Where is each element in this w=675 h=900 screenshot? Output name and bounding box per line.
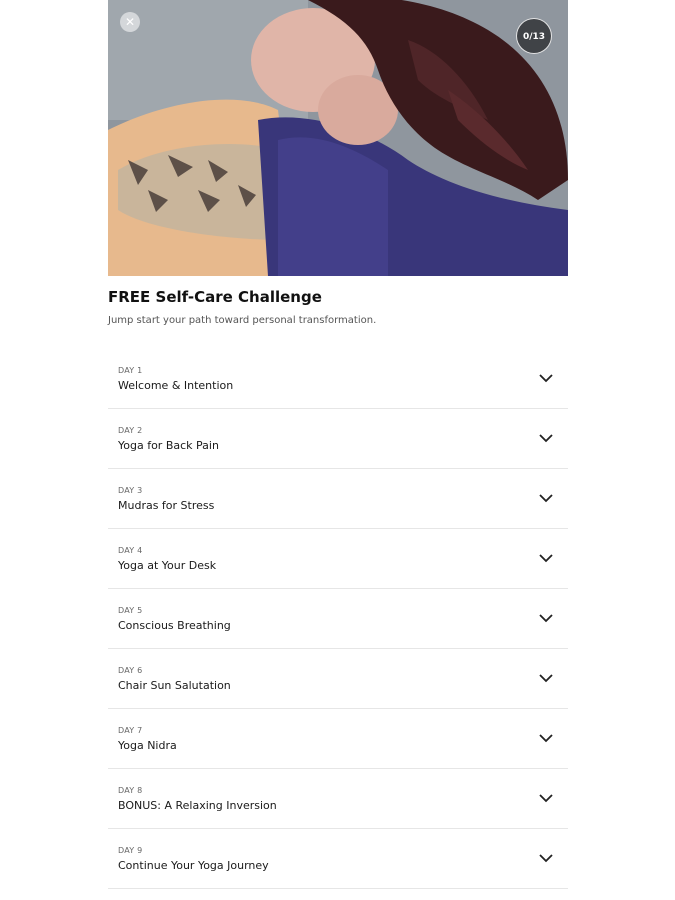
chevron-down-icon[interactable] [538,372,554,384]
day-label: DAY 1 [118,366,143,375]
day-item-5[interactable]: DAY 5 Conscious Breathing [108,589,568,649]
day-label: DAY 6 [118,666,143,675]
close-icon[interactable]: ✕ [120,12,140,32]
day-list: DAY 1 Welcome & Intention DAY 2 Yoga for… [108,349,568,889]
day-item-9[interactable]: DAY 9 Continue Your Yoga Journey [108,829,568,889]
day-name: Mudras for Stress [118,499,215,512]
day-name: Chair Sun Salutation [118,679,231,692]
chevron-down-icon[interactable] [538,792,554,804]
chevron-down-icon[interactable] [538,432,554,444]
challenge-title: FREE Self-Care Challenge [108,288,322,306]
chevron-down-icon[interactable] [538,672,554,684]
day-label: DAY 3 [118,486,143,495]
day-label: DAY 4 [118,546,143,555]
day-item-1[interactable]: DAY 1 Welcome & Intention [108,349,568,409]
day-label: DAY 7 [118,726,143,735]
day-name: Yoga at Your Desk [118,559,217,572]
day-label: DAY 2 [118,426,143,435]
chevron-down-icon[interactable] [538,492,554,504]
day-item-2[interactable]: DAY 2 Yoga for Back Pain [108,409,568,469]
challenge-subtitle: Jump start your path toward personal tra… [108,315,377,326]
day-item-3[interactable]: DAY 3 Mudras for Stress [108,469,568,529]
chevron-down-icon[interactable] [538,732,554,744]
day-label: DAY 5 [118,606,143,615]
hero-photo [108,0,568,276]
day-label: DAY 8 [118,786,143,795]
day-name: Continue Your Yoga Journey [118,859,269,872]
day-name: BONUS: A Relaxing Inversion [118,799,277,812]
day-item-8[interactable]: DAY 8 BONUS: A Relaxing Inversion [108,769,568,829]
hero-image: ✕ 0/13 [108,0,568,276]
day-item-6[interactable]: DAY 6 Chair Sun Salutation [108,649,568,709]
chevron-down-icon[interactable] [538,852,554,864]
day-item-4[interactable]: DAY 4 Yoga at Your Desk [108,529,568,589]
day-name: Conscious Breathing [118,619,231,632]
day-name: Yoga Nidra [118,739,177,752]
day-item-7[interactable]: DAY 7 Yoga Nidra [108,709,568,769]
day-name: Yoga for Back Pain [118,439,219,452]
chevron-down-icon[interactable] [538,552,554,564]
progress-badge: 0/13 [516,18,552,54]
day-name: Welcome & Intention [118,379,234,392]
chevron-down-icon[interactable] [538,612,554,624]
day-label: DAY 9 [118,846,143,855]
